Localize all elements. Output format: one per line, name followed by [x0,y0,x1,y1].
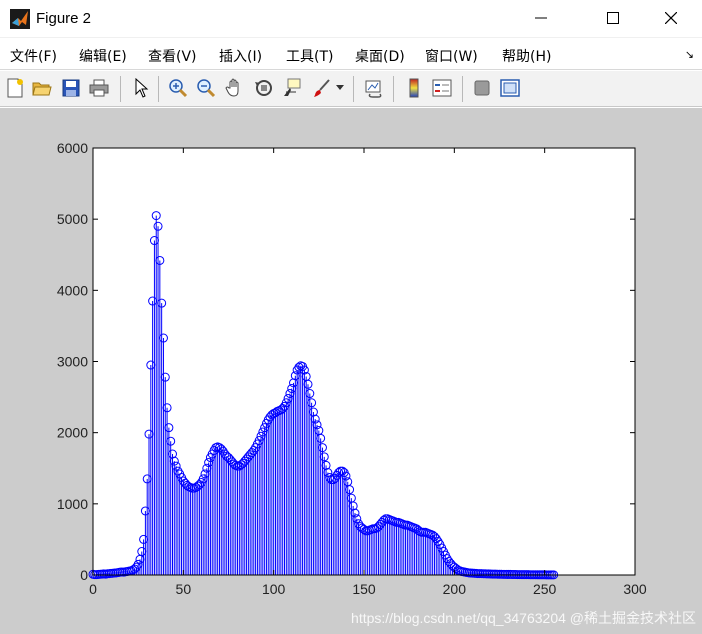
menu-window[interactable]: 窗口(W) [425,46,478,66]
menu-desktop[interactable]: 桌面(D) [355,46,405,66]
save-icon[interactable] [60,77,82,99]
hide-plot-tools-icon[interactable] [471,77,493,99]
pan-hand-icon[interactable] [224,77,246,99]
y-tick-label: 3000 [57,354,88,370]
close-icon [664,11,678,28]
title-bar: Figure 2 [0,0,702,38]
figure-toolbar [0,71,702,107]
y-tick-label: 5000 [57,211,88,227]
y-tick-label: 0 [80,567,88,583]
print-icon[interactable] [88,77,110,99]
zoom-in-icon[interactable] [167,77,189,99]
x-tick-label: 200 [443,581,467,597]
minimize-button[interactable] [518,0,564,38]
minimize-icon [535,11,547,28]
menu-help[interactable]: 帮助(H) [502,46,551,66]
stem-plot[interactable]: 0 50 100 150 200 250 3000100020003000400050006… [0,108,702,634]
toolbar-separator [120,76,121,102]
menu-view[interactable]: 查看(V) [148,46,197,66]
toolbar-separator [158,76,159,102]
x-tick-label: 300 [623,581,647,597]
close-button[interactable] [648,0,694,38]
maximize-icon [607,11,619,28]
legend-icon[interactable] [431,77,453,99]
rotate-3d-icon[interactable] [253,77,275,99]
y-tick-label: 6000 [57,140,88,156]
open-file-icon[interactable] [31,77,53,99]
data-cursor-icon[interactable] [281,77,303,99]
menu-insert[interactable]: 插入(I) [219,46,262,66]
figure-canvas[interactable]: 0 50 100 150 200 250 300 0 1000 2000 3000 4000 5000 6… [0,108,702,634]
toolbar-separator [353,76,354,102]
colorbar-icon[interactable] [403,77,425,99]
y-tick-label: 1000 [57,496,88,512]
window-title: Figure 2 [36,10,92,27]
menu-bar: 文件(F) 编辑(E) 查看(V) 插入(I) 工具(T) 桌面(D) 窗口(W… [0,40,702,70]
menu-file[interactable]: 文件(F) [10,46,57,66]
watermark-text: https://blog.csdn.net/qq_34763204 @稀土掘金技… [351,610,696,626]
menu-overflow-icon[interactable]: ↘ [685,48,694,61]
x-tick-label: 150 [352,581,376,597]
toolbar-separator [462,76,463,102]
x-tick-label: 250 [533,581,557,597]
x-tick-label: 50 [176,581,192,597]
toolbar-separator [393,76,394,102]
link-plot-icon[interactable] [363,77,385,99]
show-plot-tools-icon[interactable] [499,77,521,99]
menu-tools[interactable]: 工具(T) [286,46,333,66]
brush-icon[interactable] [311,77,333,99]
maximize-button[interactable] [590,0,636,38]
menu-edit[interactable]: 编辑(E) [79,46,127,66]
new-figure-icon[interactable] [4,77,26,99]
x-tick-label: 100 [262,581,286,597]
x-tick-label: 0 [89,581,97,597]
zoom-out-icon[interactable] [195,77,217,99]
pointer-arrow-icon[interactable] [130,77,152,99]
y-tick-label: 4000 [57,282,88,298]
brush-dropdown-icon[interactable] [334,77,346,99]
matlab-logo-icon [10,9,30,29]
y-tick-label: 2000 [57,425,88,441]
